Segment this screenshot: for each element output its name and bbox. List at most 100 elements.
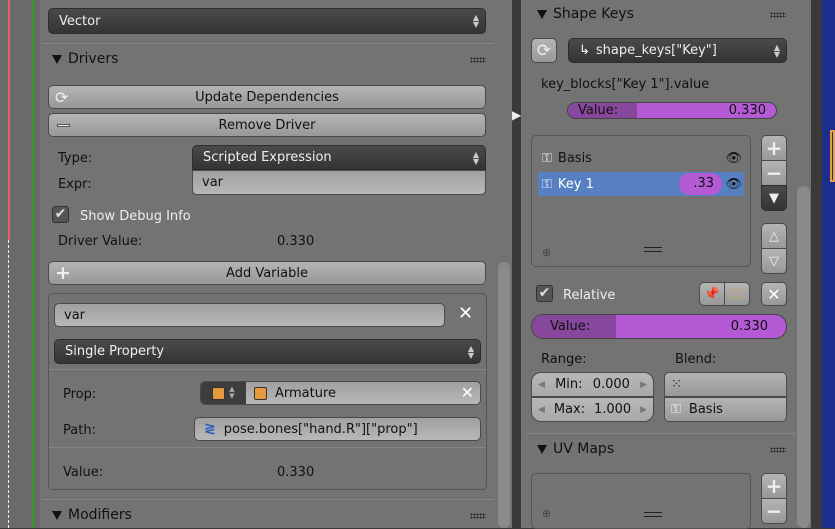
object-icon [212, 386, 226, 400]
driver-type-dropdown[interactable]: Scripted Expression ▲ ▼ [192, 145, 486, 170]
collapse-triangle-icon [537, 9, 547, 19]
drag-grip-icon[interactable] [470, 513, 486, 519]
minus-icon [57, 124, 70, 127]
divider [42, 499, 494, 500]
variable-value-label: Value: [63, 465, 104, 480]
shape-key-lock-button[interactable]: 📌 [699, 282, 725, 306]
curve-line [8, 0, 10, 240]
refresh-icon: ⟳ [55, 88, 69, 107]
modifiers-title: Modifiers [68, 507, 132, 523]
driver-value: 0.330 [277, 234, 315, 249]
update-dependencies-button[interactable]: ⟳ Update Dependencies [48, 85, 486, 109]
add-shape-key-button[interactable]: + [761, 135, 787, 161]
relative-key-field[interactable]: ⚿ Basis [664, 397, 787, 422]
increment-icon[interactable]: ▶ [640, 380, 647, 390]
resize-grip-icon[interactable] [644, 247, 662, 252]
clear-shape-button[interactable]: ✕ [761, 282, 787, 306]
minus-icon: − [765, 161, 783, 185]
shape-key-row[interactable]: ⚿ Key 1 .33 👁 [538, 172, 744, 196]
shape-key-row[interactable]: ⚿ Basis 👁 [538, 146, 744, 170]
delete-variable-icon[interactable]: ✕ [458, 303, 473, 324]
blend-label: Blend: [675, 352, 717, 367]
divider [49, 447, 486, 448]
variable-name-field[interactable]: var [54, 303, 445, 327]
shape-key-value-slider[interactable]: Value: 0.330 [531, 314, 787, 339]
cursor-line [8, 240, 9, 528]
expand-triangle-icon[interactable]: ▶ [512, 108, 521, 122]
shape-keys-header[interactable]: Shape Keys [537, 6, 634, 22]
updown-icon: ▲ ▼ [472, 13, 479, 29]
range-max-field[interactable]: ◀ Max: 1.000 ▶ [531, 397, 654, 422]
relative-label: Relative [563, 288, 616, 303]
3d-viewport[interactable] [822, 0, 835, 528]
drivers-title: Drivers [68, 51, 119, 67]
expr-label: Expr: [58, 177, 92, 192]
variable-type-value: Single Property [65, 344, 165, 359]
refresh-button[interactable]: ⟳ [531, 38, 557, 63]
move-down-button[interactable]: ▽ [761, 248, 787, 274]
add-filter-icon[interactable]: ⊕ [542, 246, 551, 259]
remove-uv-map-button[interactable]: − [761, 498, 787, 524]
uv-maps-title: UV Maps [553, 441, 615, 457]
increment-icon[interactable]: ▶ [640, 405, 647, 415]
slider-value: 0.330 [728, 103, 766, 118]
eye-icon[interactable]: 👁 [725, 151, 742, 166]
scrollbar-left[interactable] [498, 262, 510, 528]
collapse-triangle-icon [537, 444, 547, 454]
drag-grip-icon[interactable] [470, 57, 486, 63]
modifiers-header[interactable]: Modifiers [52, 507, 132, 523]
remove-shape-key-button[interactable]: − [761, 160, 787, 186]
decrement-icon[interactable]: ◀ [538, 405, 545, 415]
show-debug-checkbox[interactable]: ✔ [52, 206, 69, 223]
add-variable-button[interactable]: + Add Variable [48, 261, 486, 285]
id-type-selector[interactable]: ▲ ▼ [201, 382, 246, 404]
range-label: Range: [541, 352, 587, 367]
min-label: Min: [555, 377, 583, 392]
driver-value-slider[interactable]: Value: 0.330 [567, 102, 777, 119]
uv-maps-header[interactable]: UV Maps [537, 441, 614, 457]
vertex-group-field[interactable]: ⁙ [664, 372, 787, 397]
expression-value: var [202, 175, 224, 190]
shape-key-name: Basis [557, 150, 592, 166]
path-field[interactable]: ≷ pose.bones["hand.R"]["prop"] [194, 417, 481, 441]
drivers-header[interactable]: Drivers [52, 51, 118, 67]
collapse-triangle-icon [52, 54, 62, 64]
move-up-button[interactable]: △ [761, 223, 787, 249]
add-filter-icon[interactable]: ⊕ [542, 507, 551, 520]
expression-field[interactable]: var [192, 170, 486, 195]
plus-icon: + [55, 262, 71, 284]
remove-driver-label: Remove Driver [218, 117, 316, 133]
vector-dropdown[interactable]: Vector ▲ ▼ [48, 8, 486, 34]
updown-icon: ▲ ▼ [773, 42, 780, 59]
pin-icon: 📌 [703, 286, 721, 302]
eye-icon[interactable]: 👁 [725, 177, 742, 192]
menu-down-icon: ▼ [769, 190, 779, 206]
frame-line [32, 0, 34, 528]
shape-keys-datablock-dropdown[interactable]: ↳ shape_keys["Key"] ▲ ▼ [568, 38, 787, 63]
shape-key-icon: ⚿ [542, 150, 552, 166]
minus-icon: − [765, 499, 783, 523]
clear-icon[interactable]: ✕ [461, 383, 474, 402]
scrollbar-right[interactable] [797, 186, 810, 528]
add-uv-map-button[interactable]: + [761, 473, 787, 499]
path-label: Path: [63, 423, 96, 438]
edit-mode-button[interactable]: ⛶ [724, 282, 750, 306]
rna-path-icon: ≷ [204, 421, 216, 437]
decrement-icon[interactable]: ◀ [538, 380, 545, 390]
relative-key-value: Basis [688, 402, 723, 417]
driver-type-value: Scripted Expression [203, 150, 332, 165]
variable-name: var [64, 307, 86, 323]
specials-menu-button[interactable]: ▼ [761, 185, 787, 211]
drag-grip-icon[interactable] [770, 12, 786, 18]
graph-editor-strip[interactable] [0, 0, 40, 528]
shape-key-value[interactable]: .33 [679, 173, 722, 195]
prop-field[interactable]: ▲ ▼ Armature ✕ [200, 381, 481, 405]
relative-checkbox[interactable]: ✔ [536, 285, 553, 302]
vector-dropdown-label: Vector [59, 13, 101, 29]
variable-type-dropdown[interactable]: Single Property ▲ ▼ [54, 339, 481, 364]
close-icon: ✕ [767, 284, 781, 304]
remove-driver-button[interactable]: Remove Driver [48, 113, 486, 137]
resize-grip-icon[interactable] [644, 512, 662, 517]
range-min-field[interactable]: ◀ Min: 0.000 ▶ [531, 372, 654, 397]
drag-grip-icon[interactable] [770, 447, 786, 453]
